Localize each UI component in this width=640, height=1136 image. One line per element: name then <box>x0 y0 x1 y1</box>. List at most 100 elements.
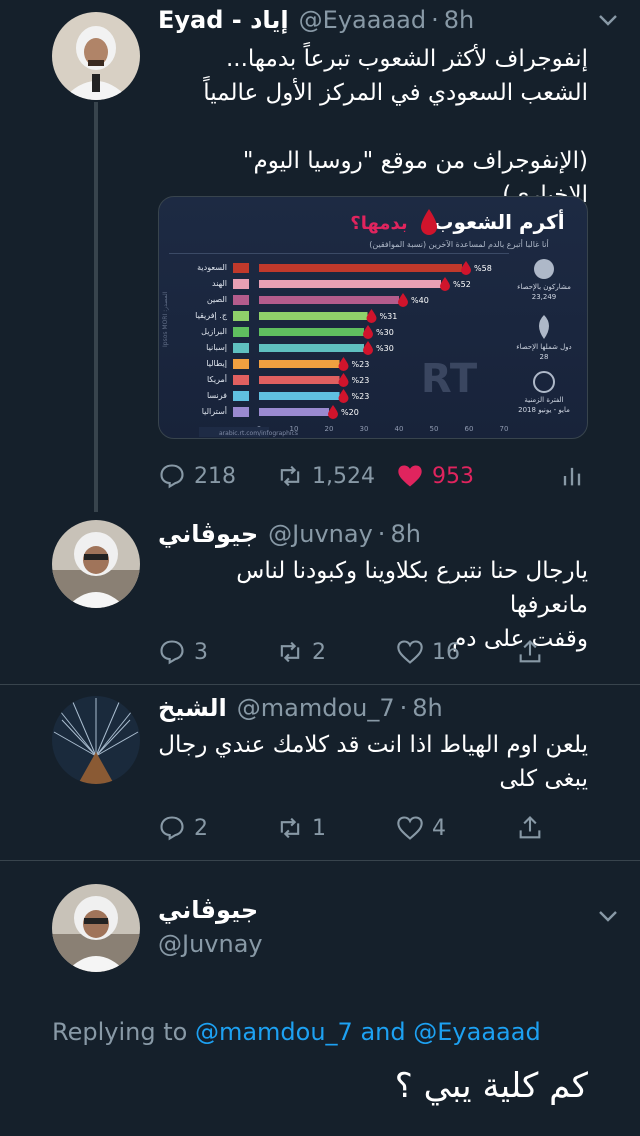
retweet-count: 1 <box>312 815 326 841</box>
avatar-mamdou[interactable] <box>52 696 140 784</box>
reply-icon <box>160 464 184 489</box>
author-handle[interactable]: @Eyaaaad <box>299 6 426 34</box>
share-icon <box>519 640 541 663</box>
blood-drop-marker <box>461 261 471 275</box>
bar <box>259 344 364 352</box>
svg-text:مايو - يونيو 2018: مايو - يونيو 2018 <box>518 406 570 414</box>
analytics-button[interactable] <box>558 456 592 496</box>
country-flag <box>233 391 249 401</box>
avatar-focused[interactable] <box>52 884 140 972</box>
retweet-icon <box>280 465 300 487</box>
category-label: أمريكا <box>207 374 227 384</box>
avatar-image <box>52 12 140 100</box>
tweet-actions: 3 2 16 <box>158 632 588 672</box>
chevron-down-icon[interactable] <box>596 8 620 32</box>
reply-button[interactable]: 2 <box>158 808 208 848</box>
value-label: %58 <box>474 264 492 273</box>
chevron-down-icon[interactable] <box>596 904 620 928</box>
bar <box>259 392 340 400</box>
reply-count: 218 <box>194 463 236 489</box>
heart-filled-icon <box>398 465 422 487</box>
infographic-chart: أكرم الشعوب بدمها؟ أنا غالبا أتبرع بالدم… <box>162 208 572 437</box>
category-label: فرنسا <box>207 391 227 400</box>
replying-to: Replying to @mamdou_7 and @Eyaaaad <box>52 1018 541 1046</box>
reply-count: 2 <box>194 815 208 841</box>
x-tick-label: 60 <box>465 425 474 433</box>
focused-handle[interactable]: @Juvnay <box>158 930 263 958</box>
avatar-image <box>52 520 140 608</box>
x-tick-label: 20 <box>325 425 334 433</box>
reply-count: 3 <box>194 639 208 665</box>
reply-button[interactable]: 218 <box>158 456 236 496</box>
reply-icon <box>160 816 184 841</box>
author-name[interactable]: Eyad - إياد <box>158 6 289 34</box>
svg-text:23,249: 23,249 <box>532 293 557 301</box>
focused-name[interactable]: جيوڤاني <box>158 896 258 924</box>
like-button[interactable]: 16 <box>396 632 460 672</box>
avatar-image <box>52 884 140 972</box>
country-flag <box>233 295 249 305</box>
value-label: %40 <box>411 296 429 305</box>
avatar-juvnay[interactable] <box>52 520 140 608</box>
blood-drop-marker <box>328 405 338 419</box>
retweet-button[interactable]: 1,524 <box>276 456 375 496</box>
blood-drop-marker <box>338 373 349 387</box>
mention-link[interactable]: @mamdou_7 <box>195 1018 353 1046</box>
category-label: ج. إفريقيا <box>195 311 228 321</box>
country-flag <box>233 359 249 369</box>
tweet-time[interactable]: 8h <box>390 520 420 548</box>
category-label: البرازيل <box>201 327 227 336</box>
avatar-eyad[interactable] <box>52 12 140 100</box>
blood-drop-marker <box>338 389 349 403</box>
tweet-eyad[interactable]: Eyad - إياد @Eyaaaad · 8h إنفوجراف لأكثر… <box>0 0 640 512</box>
heart-icon <box>397 816 423 840</box>
bar <box>259 264 462 272</box>
like-count: 16 <box>432 639 460 665</box>
tweet-actions: 2 1 4 <box>158 808 588 848</box>
category-label: الهند <box>212 279 227 288</box>
category-label: إيطاليا <box>206 359 227 369</box>
category-label: إسبانيا <box>206 343 227 353</box>
retweet-button[interactable]: 2 <box>276 632 326 672</box>
retweet-count: 1,524 <box>312 463 375 489</box>
watermark: RT <box>421 356 478 402</box>
bar <box>259 408 329 416</box>
infographic-image[interactable]: أكرم الشعوب بدمها؟ أنا غالبا أتبرع بالدم… <box>158 196 588 439</box>
tweet-juvnay[interactable]: جيوڤاني @Juvnay · 8h يارجال حنا نتبرع بك… <box>0 512 640 684</box>
author-name[interactable]: جيوڤاني <box>158 520 258 548</box>
share-button[interactable] <box>516 808 550 848</box>
source-label: Ipsos MORI :المصدر <box>162 291 169 347</box>
value-label: %20 <box>341 408 359 417</box>
reply-button[interactable]: 3 <box>158 632 208 672</box>
avatar-image <box>52 696 140 784</box>
divider <box>0 684 640 685</box>
infographic-title-suffix: بدمها؟ <box>350 213 407 234</box>
bar <box>259 328 364 336</box>
author-handle[interactable]: @Juvnay <box>268 520 373 548</box>
value-label: %31 <box>380 312 398 321</box>
share-button[interactable] <box>516 632 550 672</box>
like-button[interactable]: 4 <box>396 808 446 848</box>
retweet-button[interactable]: 1 <box>276 808 326 848</box>
mention-link[interactable]: @Eyaaaad <box>413 1018 540 1046</box>
author-handle[interactable]: @mamdou_7 <box>237 694 395 722</box>
author-name[interactable]: الشيخ <box>158 694 227 722</box>
blood-drop-marker <box>440 277 450 291</box>
category-label: الصين <box>207 295 227 304</box>
bar <box>259 360 340 368</box>
tweet-time[interactable]: 8h <box>412 694 442 722</box>
focused-tweet-text: كم كلية يبي ؟ <box>394 1066 588 1106</box>
x-tick-label: 40 <box>395 425 404 433</box>
value-label: %23 <box>352 392 370 401</box>
divider <box>0 860 640 861</box>
analytics-icon <box>563 467 581 486</box>
tweet-time[interactable]: 8h <box>444 6 474 34</box>
retweet-icon <box>280 817 300 839</box>
like-button[interactable]: 953 <box>396 456 474 496</box>
tweet-mamdou[interactable]: الشيخ @mamdou_7 · 8h يلعن اوم الهياط اذا… <box>0 686 640 858</box>
bar <box>259 312 368 320</box>
heart-icon <box>397 640 423 664</box>
blood-drop-marker <box>363 325 373 339</box>
country-flag <box>233 343 249 353</box>
country-flag <box>233 327 249 337</box>
